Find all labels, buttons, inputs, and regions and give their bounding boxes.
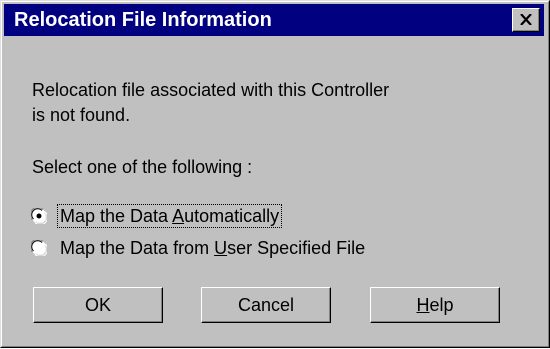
radio-label-automatically[interactable]: Map the Data Automatically	[56, 204, 283, 228]
radio-label-user-file[interactable]: Map the Data from User Specified File	[58, 237, 367, 259]
option-2-mnemonic: U	[214, 238, 228, 258]
cancel-button[interactable]: Cancel	[201, 287, 331, 323]
message-line-2: is not found.	[32, 105, 131, 125]
close-button[interactable]	[512, 8, 540, 32]
ok-button[interactable]: OK	[33, 287, 163, 323]
radio-selected-icon[interactable]	[31, 208, 47, 224]
help-label-rest: elp	[429, 295, 454, 315]
radio-unselected-icon[interactable]	[31, 240, 47, 256]
dialog-title: Relocation File Information	[14, 9, 272, 31]
option-2-text-rest: ser Specified File	[227, 238, 366, 258]
title-bar[interactable]: Relocation File Information	[4, 4, 544, 36]
message-text: Relocation file associated with this Con…	[32, 78, 502, 128]
option-1-mnemonic: A	[172, 206, 185, 226]
relocation-dialog: Relocation File Information Relocation f…	[0, 0, 550, 348]
message-line-1: Relocation file associated with this Con…	[32, 80, 390, 100]
option-1-text: Map the Data	[60, 206, 173, 226]
option-2-text: Map the Data from	[60, 238, 215, 258]
option-1-text-rest: utomatically	[184, 206, 280, 226]
help-mnemonic: H	[416, 295, 430, 315]
close-x-icon	[520, 14, 532, 25]
selection-prompt: Select one of the following :	[32, 157, 253, 177]
help-button[interactable]: Help	[370, 287, 500, 323]
